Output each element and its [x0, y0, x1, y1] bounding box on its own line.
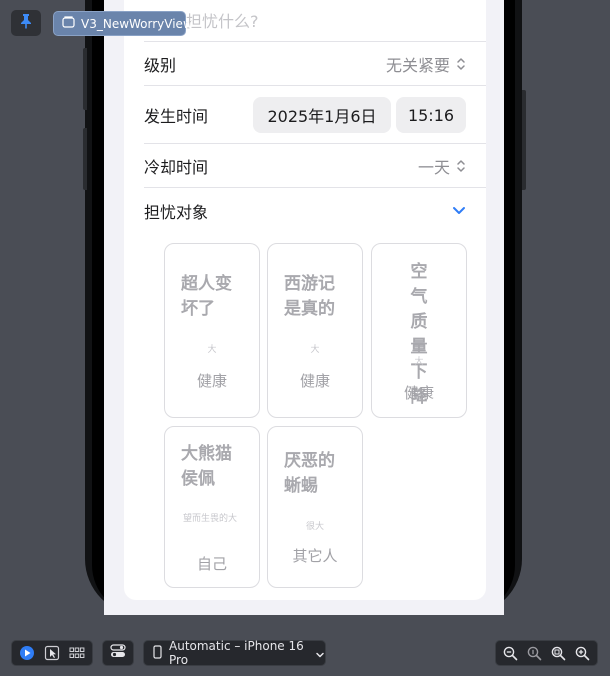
question-row[interactable]: 担忧什么?: [186, 4, 466, 36]
cooldown-row[interactable]: 冷却时间 一天: [144, 144, 466, 188]
level-picker[interactable]: 无关紧要: [386, 52, 466, 76]
tile-category: 健康: [403, 384, 434, 402]
date-picker[interactable]: 2025年1月6日: [253, 97, 391, 133]
device-selector[interactable]: Automatic – iPhone 16 Pro: [143, 639, 326, 667]
zoom-actual-size-icon[interactable]: [523, 642, 545, 664]
cooldown-label: 冷却时间: [144, 158, 209, 177]
phone-icon: [153, 644, 162, 663]
tile-title: 厌恶的蜥蜴: [284, 451, 335, 496]
tile-category: 其它人: [292, 547, 338, 565]
up-down-chevron-icon: [456, 159, 466, 173]
live-preview-button[interactable]: [16, 642, 38, 664]
question-input[interactable]: 担忧什么?: [186, 8, 259, 32]
tile-title: 大熊猫侯佩: [181, 444, 232, 489]
worry-form: 担忧什么? 级别 无关紧要 发生时间 2025年1月6日 15:16 冷却时间: [124, 0, 486, 600]
cooldown-picker[interactable]: 一天: [418, 154, 466, 178]
canvas-settings-button[interactable]: [102, 640, 134, 666]
tile-category: 自己: [196, 555, 227, 573]
level-row[interactable]: 级别 无关紧要: [144, 42, 466, 86]
tile-size: 大: [310, 345, 320, 355]
zoom-out-icon[interactable]: [499, 642, 521, 664]
window-icon: [62, 16, 75, 31]
volume-down-button: [83, 128, 87, 190]
time-row: 发生时间 2025年1月6日 15:16: [144, 86, 466, 144]
tile-size: 大: [207, 345, 217, 355]
simulator-screen: 担忧什么? 级别 无关紧要 发生时间 2025年1月6日 15:16 冷却时间: [104, 0, 504, 615]
pin-icon: [19, 13, 33, 33]
worry-tile[interactable]: 超人变坏了 大 健康: [164, 243, 260, 418]
selectable-mode-button[interactable]: [41, 642, 63, 664]
tile-category: 健康: [299, 372, 330, 390]
variants-grid-icon[interactable]: [66, 642, 88, 664]
tile-title: 超人变坏了: [181, 274, 232, 319]
worry-tile[interactable]: 西游记是真的 大 健康: [267, 243, 363, 418]
tile-title: 西游记是真的: [284, 274, 335, 319]
up-down-chevron-icon: [456, 57, 466, 71]
tile-size: 很大: [305, 522, 324, 532]
level-label: 级别: [144, 56, 177, 75]
time-label: 发生时间: [144, 107, 209, 126]
tile-category: 健康: [196, 372, 227, 390]
volume-up-button: [83, 48, 87, 110]
worry-tile[interactable]: 空气质量下降 大 健康: [371, 243, 467, 418]
preview-mode-group: [11, 640, 93, 666]
preview-view-selector[interactable]: V3_NewWorryView: [53, 11, 193, 36]
cooldown-value: 一天: [417, 158, 450, 177]
power-button: [522, 90, 526, 190]
worry-tile[interactable]: 厌恶的蜥蜴 很大 其它人: [267, 426, 363, 588]
tile-size: 大: [414, 357, 424, 367]
view-name: V3_NewWorryView: [81, 16, 193, 31]
zoom-in-icon[interactable]: [572, 642, 594, 664]
worry-tile[interactable]: 大熊猫侯佩 望而生畏的大 自己: [164, 426, 260, 588]
device-label: Automatic – iPhone 16 Pro: [169, 639, 304, 667]
target-label: 担忧对象: [144, 203, 209, 222]
pin-preview-button[interactable]: [11, 10, 41, 36]
level-value: 无关紧要: [385, 56, 450, 75]
target-row[interactable]: 担忧对象: [144, 188, 466, 234]
zoom-to-fit-icon[interactable]: [548, 642, 570, 664]
time-picker[interactable]: 15:16: [396, 97, 466, 133]
tile-size: 望而生畏的大: [183, 514, 238, 524]
toggle-settings-icon: [110, 643, 126, 663]
chevron-down-icon: [315, 644, 325, 663]
zoom-controls: [495, 640, 598, 666]
chevron-down-icon[interactable]: [452, 202, 466, 221]
